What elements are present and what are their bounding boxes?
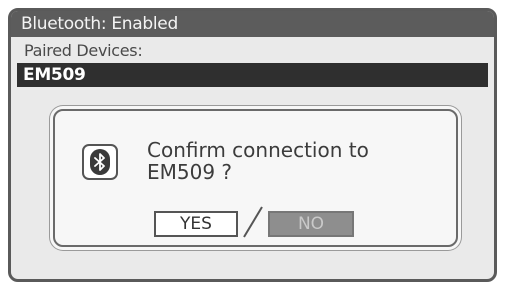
confirm-message: Confirm connection to EM509 ? bbox=[147, 139, 427, 183]
confirm-message-line2: EM509 ? bbox=[147, 160, 233, 184]
bluetooth-icon bbox=[82, 144, 118, 180]
paired-devices-label: Paired Devices: bbox=[24, 41, 143, 60]
confirm-message-line1: Confirm connection to bbox=[147, 138, 369, 162]
window-title: Bluetooth: Enabled bbox=[11, 11, 494, 37]
paired-device-item[interactable]: EM509 bbox=[17, 63, 488, 87]
slash-divider bbox=[243, 206, 263, 238]
yes-button[interactable]: YES bbox=[154, 211, 238, 237]
confirm-connection-dialog: Confirm connection to EM509 ? YES NO bbox=[53, 109, 458, 247]
no-button[interactable]: NO bbox=[268, 211, 354, 237]
bluetooth-window: Bluetooth: Enabled Paired Devices: EM509… bbox=[8, 8, 497, 282]
